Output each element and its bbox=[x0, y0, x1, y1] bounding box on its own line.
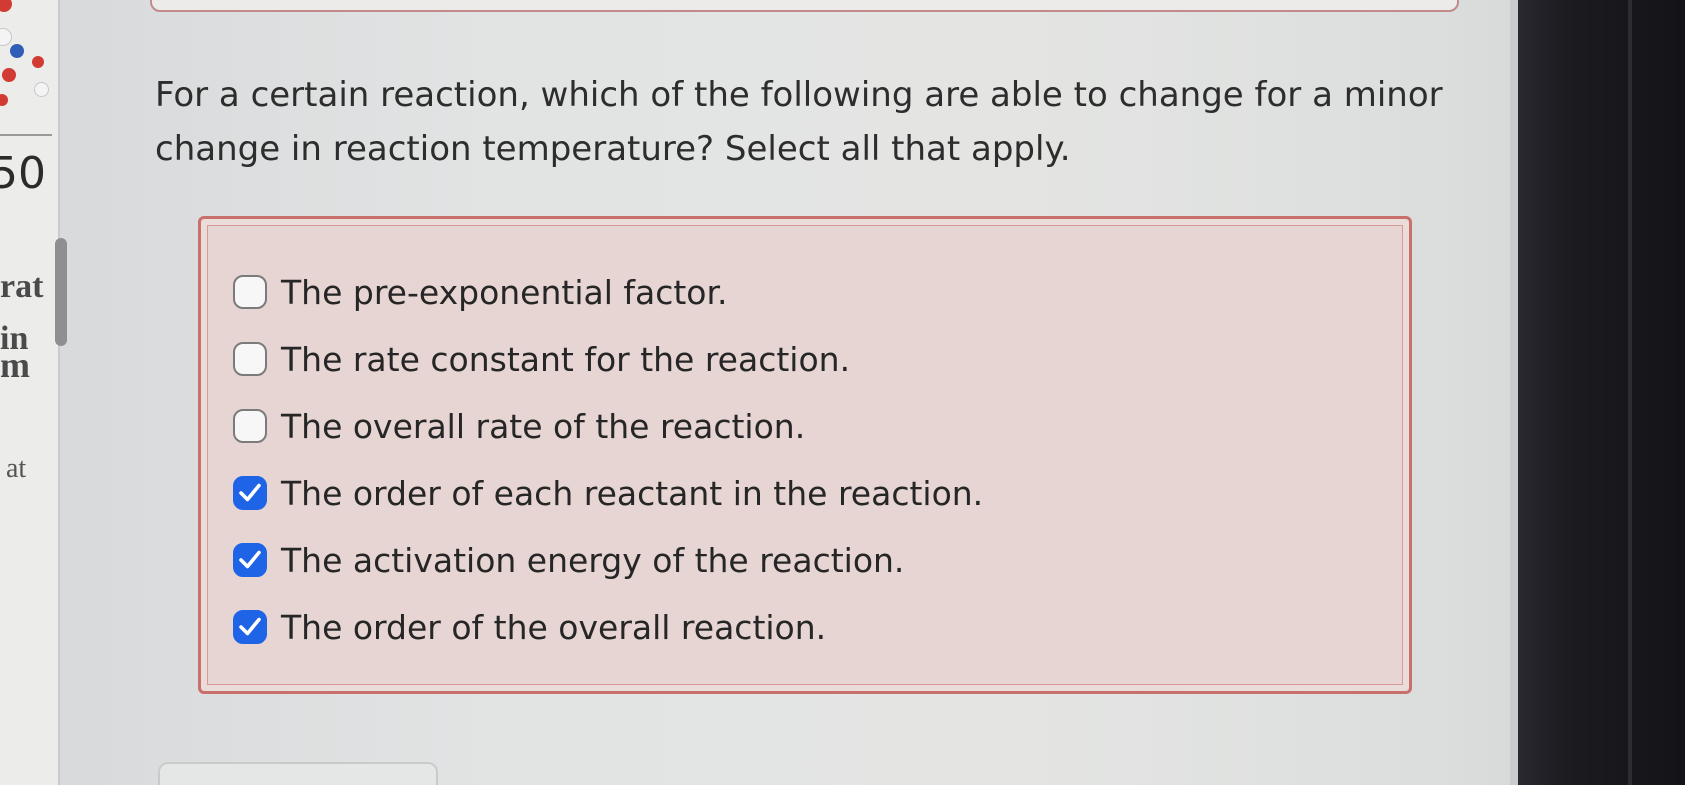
molecule-dot-icon bbox=[32, 56, 44, 68]
monitor-seam bbox=[1628, 0, 1632, 785]
option-label: The pre-exponential factor. bbox=[281, 272, 728, 312]
option-overall-rate[interactable]: The overall rate of the reaction. bbox=[233, 401, 805, 451]
option-label: The overall rate of the reaction. bbox=[281, 406, 806, 446]
screen-edge bbox=[1510, 0, 1518, 785]
checkbox-unchecked-icon[interactable] bbox=[233, 342, 267, 376]
molecule-dot-icon bbox=[0, 28, 12, 46]
question-text: For a certain reaction, which of the fol… bbox=[155, 75, 1443, 169]
left-text-fragment: m bbox=[0, 345, 30, 385]
option-label: The order of the overall reaction. bbox=[281, 607, 827, 647]
molecule-dot-icon bbox=[0, 0, 12, 12]
option-rate-constant[interactable]: The rate constant for the reaction. bbox=[233, 334, 850, 384]
previous-card-edge bbox=[150, 0, 1459, 12]
screen: 50 rat in m at For a certain reaction, w… bbox=[0, 0, 1685, 785]
option-order-each-reactant[interactable]: The order of each reactant in the reacti… bbox=[233, 468, 983, 518]
checkbox-unchecked-icon[interactable] bbox=[233, 409, 267, 443]
submit-button[interactable] bbox=[158, 762, 438, 785]
option-pre-exponential-factor[interactable]: The pre-exponential factor. bbox=[233, 267, 728, 317]
monitor-bezel bbox=[1518, 0, 1685, 785]
left-divider bbox=[0, 134, 52, 136]
molecule-dot-icon bbox=[0, 94, 8, 106]
checkbox-checked-icon[interactable] bbox=[233, 543, 267, 577]
checkbox-checked-icon[interactable] bbox=[233, 476, 267, 510]
checkmark-icon bbox=[239, 550, 261, 569]
checkmark-icon bbox=[239, 617, 261, 636]
checkbox-checked-icon[interactable] bbox=[233, 610, 267, 644]
left-text-fragment: rat bbox=[0, 268, 44, 305]
option-label: The rate constant for the reaction. bbox=[281, 339, 851, 379]
left-panel-scrollbar[interactable] bbox=[55, 238, 67, 346]
checkmark-icon bbox=[239, 483, 261, 502]
option-label: The order of each reactant in the reacti… bbox=[281, 473, 984, 513]
option-label: The activation energy of the reaction. bbox=[281, 540, 905, 580]
option-activation-energy[interactable]: The activation energy of the reaction. bbox=[233, 535, 904, 585]
molecule-dot-icon bbox=[10, 44, 24, 58]
left-number-fragment: 50 bbox=[0, 148, 46, 199]
molecule-dot-icon bbox=[34, 82, 49, 97]
molecule-dot-icon bbox=[2, 68, 16, 82]
left-text-fragment: at bbox=[6, 453, 27, 484]
left-side-panel: 50 rat in m at bbox=[0, 0, 60, 785]
option-order-overall-reaction[interactable]: The order of the overall reaction. bbox=[233, 602, 826, 652]
checkbox-unchecked-icon[interactable] bbox=[233, 275, 267, 309]
